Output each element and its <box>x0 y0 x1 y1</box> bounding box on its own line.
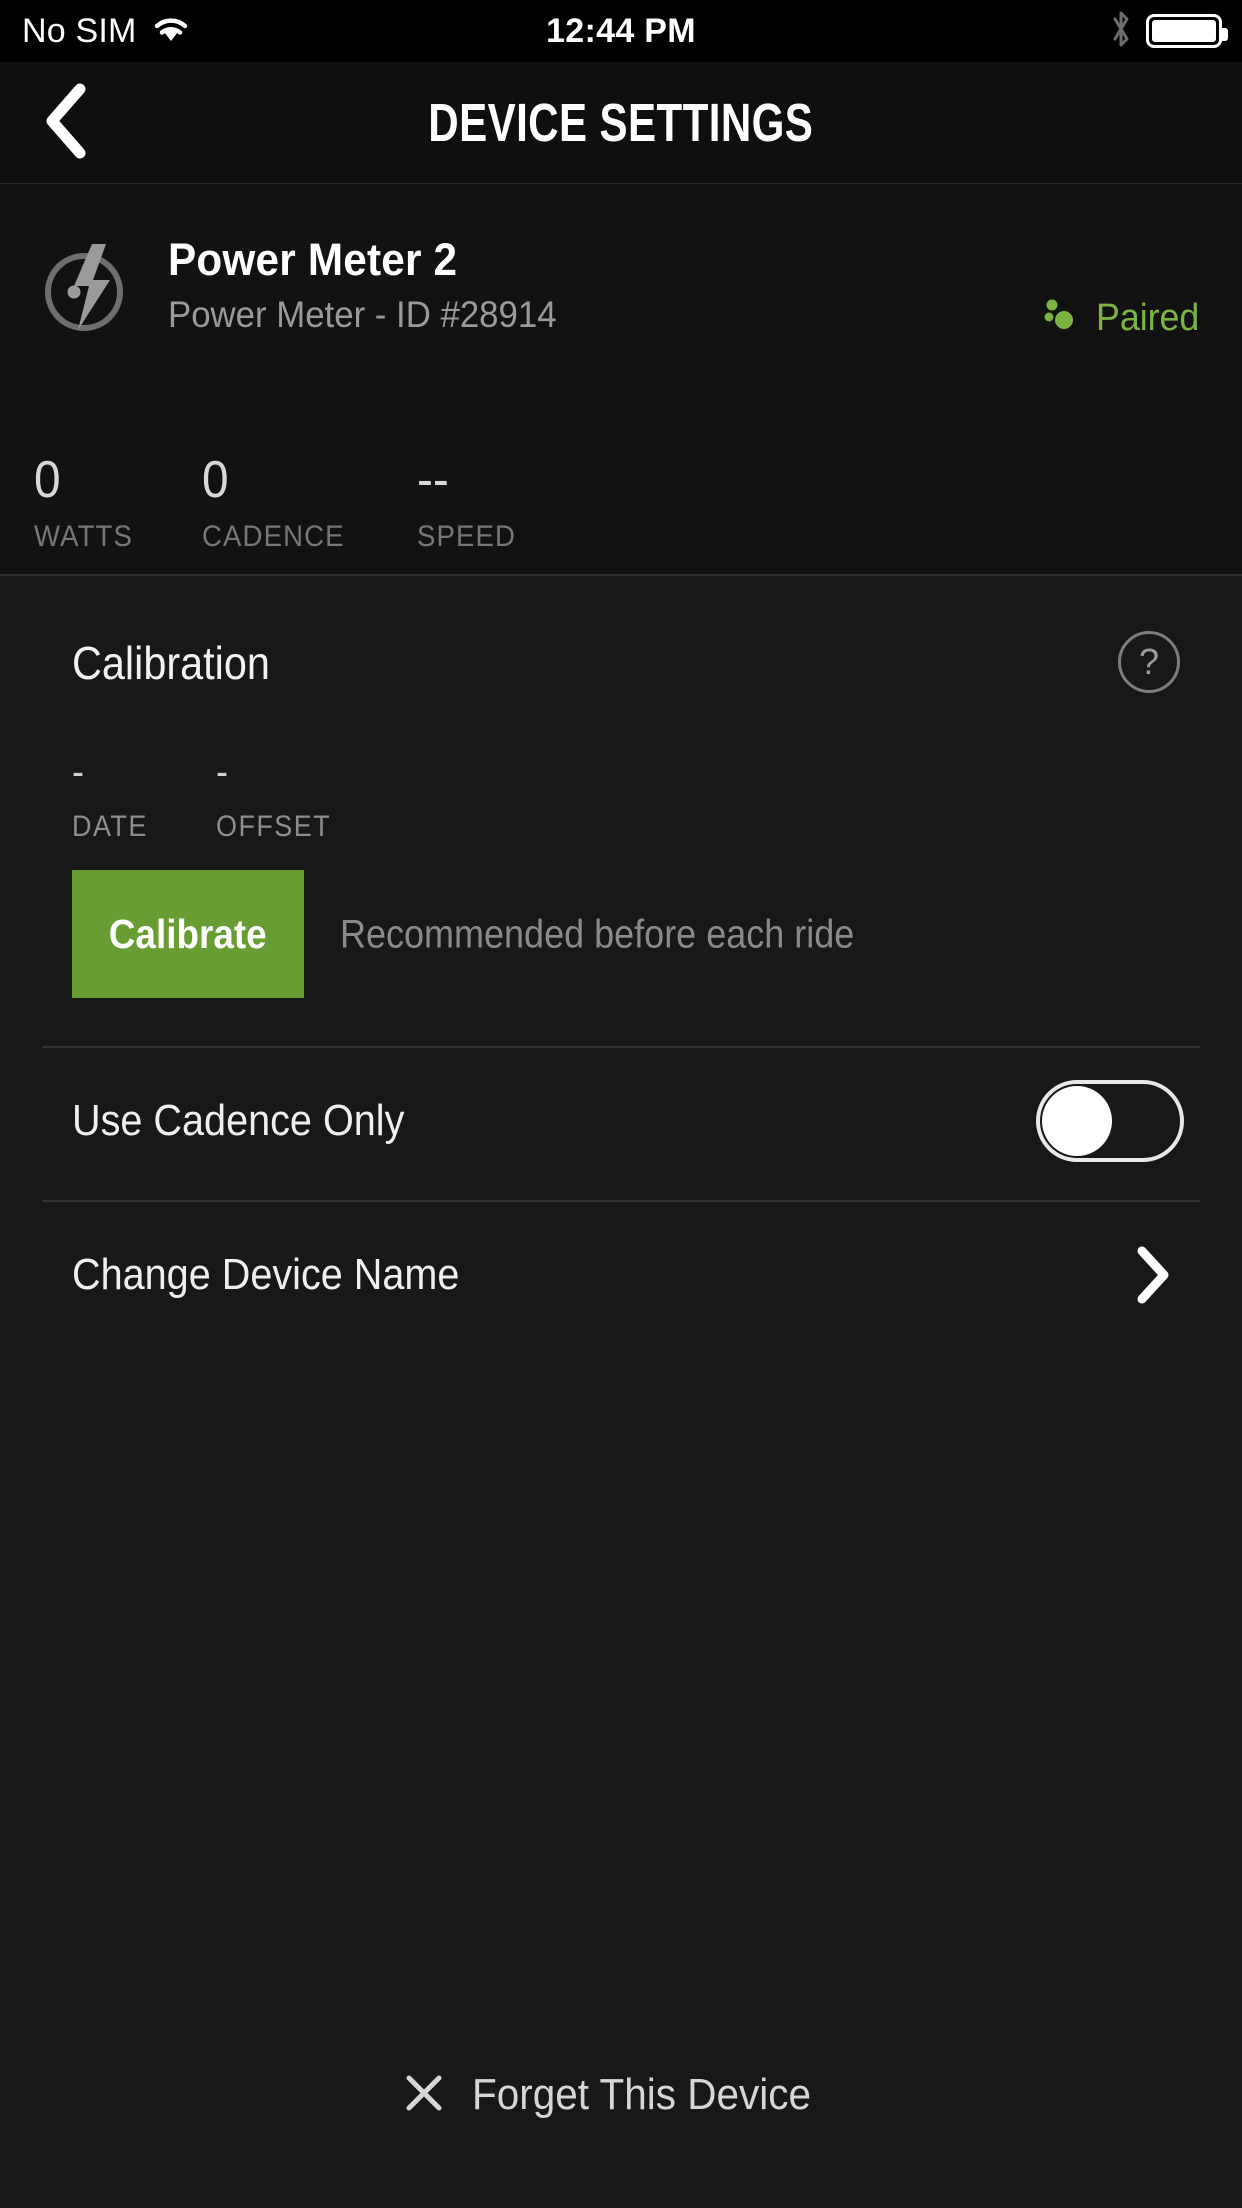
question-mark-circle-icon[interactable]: ? <box>1118 631 1180 693</box>
row-label: Change Device Name <box>72 1250 460 1299</box>
calibrate-button[interactable]: Calibrate <box>72 870 304 998</box>
close-x-icon <box>402 2071 446 2120</box>
metric-value: -- <box>416 451 449 509</box>
calibration-hint: Recommended before each ride <box>340 913 911 958</box>
device-settings-screen: No SIM 12:44 PM DEVICE SETTINGS Power Me… <box>0 0 1242 2208</box>
metric-value: 0 <box>201 451 229 509</box>
status-bar-right <box>1108 8 1228 55</box>
status-bar: No SIM 12:44 PM <box>0 0 1242 62</box>
device-subtitle: Power Meter - ID #28914 <box>168 294 557 335</box>
row-use-cadence-only[interactable]: Use Cadence Only <box>0 1046 1242 1196</box>
device-header-row: Power Meter 2 Power Meter - ID #28914 Pa… <box>0 234 1242 354</box>
ant-plus-icon <box>1040 296 1080 341</box>
device-summary: Power Meter 2 Power Meter - ID #28914 Pa… <box>0 184 1242 576</box>
device-metrics: 0 WATTS 0 CADENCE -- SPEED <box>34 454 524 554</box>
calibration-header: Calibration ? <box>0 631 1242 706</box>
row-label: Use Cadence Only <box>72 1096 405 1145</box>
chevron-right-icon <box>1134 1245 1174 1305</box>
calibration-hint-text: Recommended before each ride <box>340 912 855 957</box>
metric-label: WATTS <box>34 520 134 553</box>
calibration-title: Calibration <box>72 637 270 689</box>
device-name: Power Meter 2 <box>168 234 458 285</box>
field-value: - <box>216 750 229 794</box>
help-glyph: ? <box>1138 641 1160 682</box>
metric-label: CADENCE <box>201 520 345 553</box>
field-value: - <box>72 750 84 794</box>
forget-this-device-label: Forget This Device <box>471 2070 811 2119</box>
metric-value: 0 <box>34 451 61 509</box>
back-button[interactable] <box>18 75 114 171</box>
forget-this-device-button[interactable]: Forget This Device <box>0 2050 1242 2140</box>
calibration-offset: - OFFSET <box>216 752 344 844</box>
calibration-fields: - DATE - OFFSET <box>72 752 404 844</box>
status-bar-time: 12:44 PM <box>546 11 696 50</box>
bluetooth-icon <box>1108 8 1134 55</box>
pair-status-label: Paired <box>1096 297 1200 339</box>
calibration-action-row: Calibrate Recommended before each ride <box>72 870 1172 1000</box>
power-meter-gauge-icon <box>38 242 130 334</box>
nav-bar: DEVICE SETTINGS <box>0 62 1242 184</box>
page-title: DEVICE SETTINGS <box>428 93 814 153</box>
chevron-left-icon <box>40 83 92 164</box>
field-label: OFFSET <box>216 810 332 843</box>
metric-cadence: 0 CADENCE <box>202 454 357 554</box>
toggle-knob <box>1042 1086 1112 1156</box>
use-cadence-only-toggle[interactable] <box>1036 1080 1184 1162</box>
metric-speed: -- SPEED <box>417 454 525 554</box>
field-label: DATE <box>72 810 148 843</box>
battery-full-icon <box>1146 14 1228 48</box>
settings-content: Calibration ? - DATE - OFFSET Calibrate … <box>0 576 1242 2208</box>
metric-label: SPEED <box>416 520 516 553</box>
metric-watts: 0 WATTS <box>34 454 142 554</box>
status-badge: Paired <box>1040 296 1206 341</box>
calibrate-button-label: Calibrate <box>109 910 267 957</box>
device-text-block: Power Meter 2 Power Meter - ID #28914 <box>168 234 581 336</box>
calibration-date: - DATE <box>72 752 156 844</box>
row-change-device-name[interactable]: Change Device Name <box>0 1200 1242 1350</box>
